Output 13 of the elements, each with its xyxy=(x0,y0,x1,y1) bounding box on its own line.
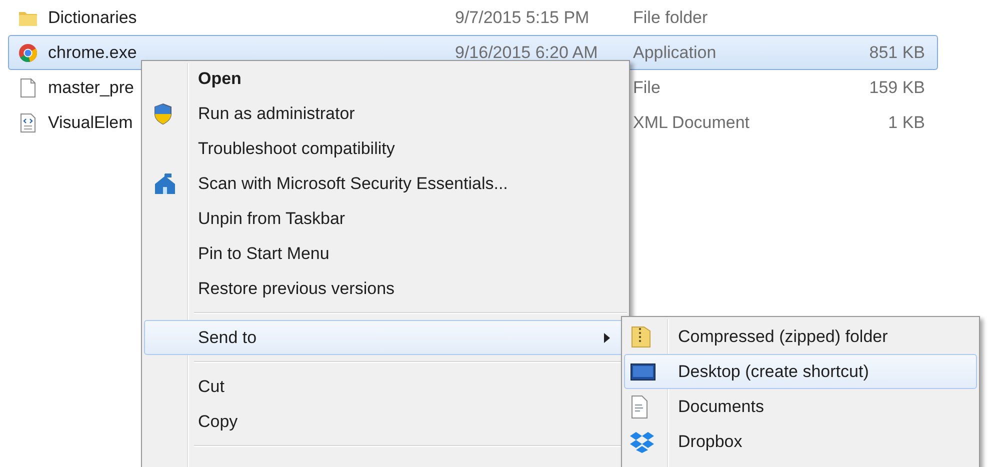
file-type: XML Document xyxy=(633,112,750,132)
file-name: Dictionaries xyxy=(48,8,137,28)
file-size: 1 KB xyxy=(887,112,925,132)
file-type: File folder xyxy=(633,8,708,28)
file-size: 159 KB xyxy=(868,78,925,98)
date-modified: 9/16/2015 6:20 AM xyxy=(455,42,598,62)
file-name: VisualElem xyxy=(48,112,133,132)
file-name: master_pre xyxy=(48,78,134,98)
date-modified: 9/7/2015 5:15 PM xyxy=(455,8,590,28)
file-name: chrome.exe xyxy=(48,42,137,62)
file-size: 851 KB xyxy=(868,42,925,62)
file-type: Application xyxy=(633,42,716,62)
file-type: File xyxy=(633,78,660,98)
